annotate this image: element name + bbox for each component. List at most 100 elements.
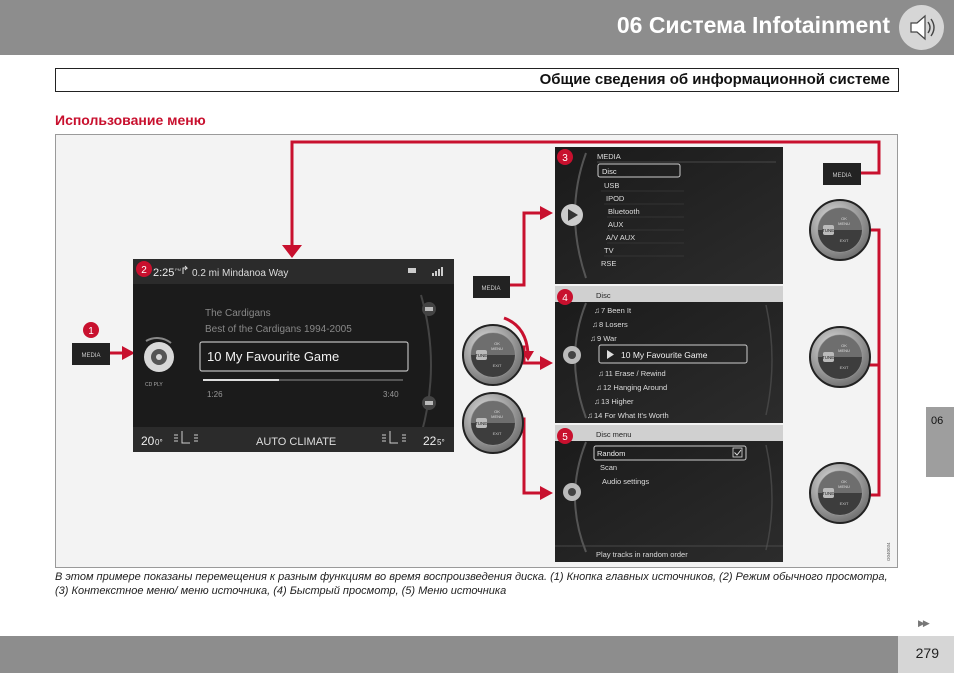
svg-text:EXIT: EXIT xyxy=(840,365,849,370)
media-menu-screen: MEDIA Disc USB IPOD Bluetooth AUX A/V AU… xyxy=(555,147,783,284)
chapter-tab-label: 06 xyxy=(931,415,944,427)
disc-menu-item: Random xyxy=(597,449,625,458)
figure-caption: В этом примере показаны перемещения к ра… xyxy=(55,571,888,597)
album-name: Best of the Cardigans 1994-2005 xyxy=(205,324,352,335)
svg-text:2: 2 xyxy=(141,265,147,276)
svg-text:0°: 0° xyxy=(155,438,163,447)
svg-text:♫: ♫ xyxy=(598,369,604,378)
track-title: 10 My Favourite Game xyxy=(207,349,339,364)
media-item: RSE xyxy=(601,259,616,268)
disc-menu-item: Scan xyxy=(600,463,617,472)
svg-text:PM: PM xyxy=(175,267,181,272)
disc-menu-item: Audio settings xyxy=(602,477,649,486)
track-item: 14 For What It's Worth xyxy=(594,411,669,420)
badge-2: 2 xyxy=(136,261,152,277)
svg-text:MEDIA: MEDIA xyxy=(597,152,621,161)
progress-fill xyxy=(203,379,279,381)
section-title: Использование меню xyxy=(55,112,206,128)
media-item: USB xyxy=(604,181,619,190)
page-number-box: 279 xyxy=(898,636,954,673)
svg-text:EXIT: EXIT xyxy=(840,501,849,506)
svg-text:EXIT: EXIT xyxy=(840,238,849,243)
track-item-selected: 10 My Favourite Game xyxy=(621,350,708,360)
track-item: 11 Erase / Rewind xyxy=(605,369,666,378)
badge-1: 1 xyxy=(83,322,99,338)
climate-label: AUTO CLIMATE xyxy=(256,436,336,448)
disc-list-screen: Disc 7 Been It 8 Losers 9 War 10 My Favo… xyxy=(555,286,783,423)
next-page-icon: ▶▶ xyxy=(918,618,930,628)
clock: 2:25 xyxy=(153,267,174,279)
svg-text:Disc: Disc xyxy=(596,291,611,300)
track-item: 9 War xyxy=(597,334,617,343)
chapter-tab: 06 xyxy=(926,407,954,477)
svg-text:MENU: MENU xyxy=(838,348,850,353)
svg-text:4: 4 xyxy=(562,293,568,304)
media-button[interactable]: MEDIA xyxy=(473,276,510,298)
page-subtitle: Общие сведения об информационной системе xyxy=(539,71,890,88)
svg-text:♫: ♫ xyxy=(594,397,600,406)
svg-text:EXIT: EXIT xyxy=(493,363,502,368)
svg-text:5: 5 xyxy=(562,432,568,443)
track-item: 7 Been It xyxy=(601,306,632,315)
track-item: 8 Losers xyxy=(599,320,628,329)
svg-text:3: 3 xyxy=(562,153,568,164)
menu-figure: MEDIA MEDIA MEDIA 2:25 PM 0.2 mi Mindano… xyxy=(55,134,898,568)
subtitle-box: Общие сведения об информационной системе xyxy=(55,68,899,92)
svg-text:MENU: MENU xyxy=(838,484,850,489)
control-knob[interactable]: OK MENU TUNE EXIT xyxy=(809,199,871,261)
svg-text:TUNE: TUNE xyxy=(475,353,487,358)
svg-text:♫: ♫ xyxy=(596,383,602,392)
media-item: AUX xyxy=(608,220,623,229)
svg-text:EXIT: EXIT xyxy=(493,431,502,436)
svg-text:♫: ♫ xyxy=(590,334,596,343)
svg-text:MEDIA: MEDIA xyxy=(832,173,851,179)
svg-text:1: 1 xyxy=(88,326,94,337)
media-button[interactable]: MEDIA xyxy=(823,163,861,185)
artist-name: The Cardigans xyxy=(205,308,271,319)
svg-text:TUNE: TUNE xyxy=(822,228,834,233)
media-item: Disc xyxy=(602,167,617,176)
svg-text:CD PLY: CD PLY xyxy=(145,382,163,388)
svg-text:♫: ♫ xyxy=(587,411,593,420)
svg-text:TUNE: TUNE xyxy=(475,421,487,426)
control-knob[interactable]: OK MENU TUNE EXIT xyxy=(462,392,524,454)
media-item: A/V AUX xyxy=(606,233,635,242)
control-knob[interactable]: OK MENU TUNE EXIT xyxy=(809,326,871,388)
disc-menu-screen: Disc menu Random Scan Audio settings Pla… xyxy=(555,425,783,562)
scroll-down-icon[interactable] xyxy=(422,396,436,410)
svg-text:MENU: MENU xyxy=(491,346,503,351)
temp-left: 20 xyxy=(141,434,155,448)
svg-text:Disc menu: Disc menu xyxy=(596,430,631,439)
svg-text:MEDIA: MEDIA xyxy=(81,353,100,359)
page-header: 06 Система Infotainment xyxy=(0,0,954,55)
media-item: Bluetooth xyxy=(608,207,640,216)
media-item: IPOD xyxy=(606,194,625,203)
page-footer xyxy=(0,636,898,673)
track-item: 13 Higher xyxy=(601,397,634,406)
svg-text:TUNE: TUNE xyxy=(822,355,834,360)
svg-text:3:40: 3:40 xyxy=(383,390,399,399)
scroll-up-icon[interactable] xyxy=(422,302,436,316)
chapter-title: 06 Система Infotainment xyxy=(616,12,890,38)
disc-menu-hint: Play tracks in random order xyxy=(596,550,688,559)
nav-instruction: 0.2 mi Mindanoa Way xyxy=(192,268,288,279)
badge-3: 3 xyxy=(557,149,573,165)
svg-text:♫: ♫ xyxy=(594,306,600,315)
svg-text:MENU: MENU xyxy=(491,414,503,419)
track-item: 12 Hanging Around xyxy=(603,383,667,392)
temp-right: 22 xyxy=(423,434,437,448)
svg-text:1:26: 1:26 xyxy=(207,390,223,399)
badge-5: 5 xyxy=(557,428,573,444)
speaker-icon xyxy=(899,5,944,50)
main-screen: 2:25 PM 0.2 mi Mindanoa Way CD PLY The C… xyxy=(133,259,454,452)
control-knob[interactable]: OK MENU TUNE EXIT xyxy=(462,324,524,386)
media-item: TV xyxy=(604,246,614,255)
image-code: G040034 xyxy=(886,542,891,561)
svg-text:MEDIA: MEDIA xyxy=(481,286,500,292)
badge-4: 4 xyxy=(557,289,573,305)
control-knob[interactable]: OK MENU TUNE EXIT xyxy=(809,462,871,524)
media-button[interactable]: MEDIA xyxy=(72,343,110,365)
svg-text:MENU: MENU xyxy=(838,221,850,226)
svg-text:♫: ♫ xyxy=(592,320,598,329)
svg-text:5°: 5° xyxy=(437,438,445,447)
